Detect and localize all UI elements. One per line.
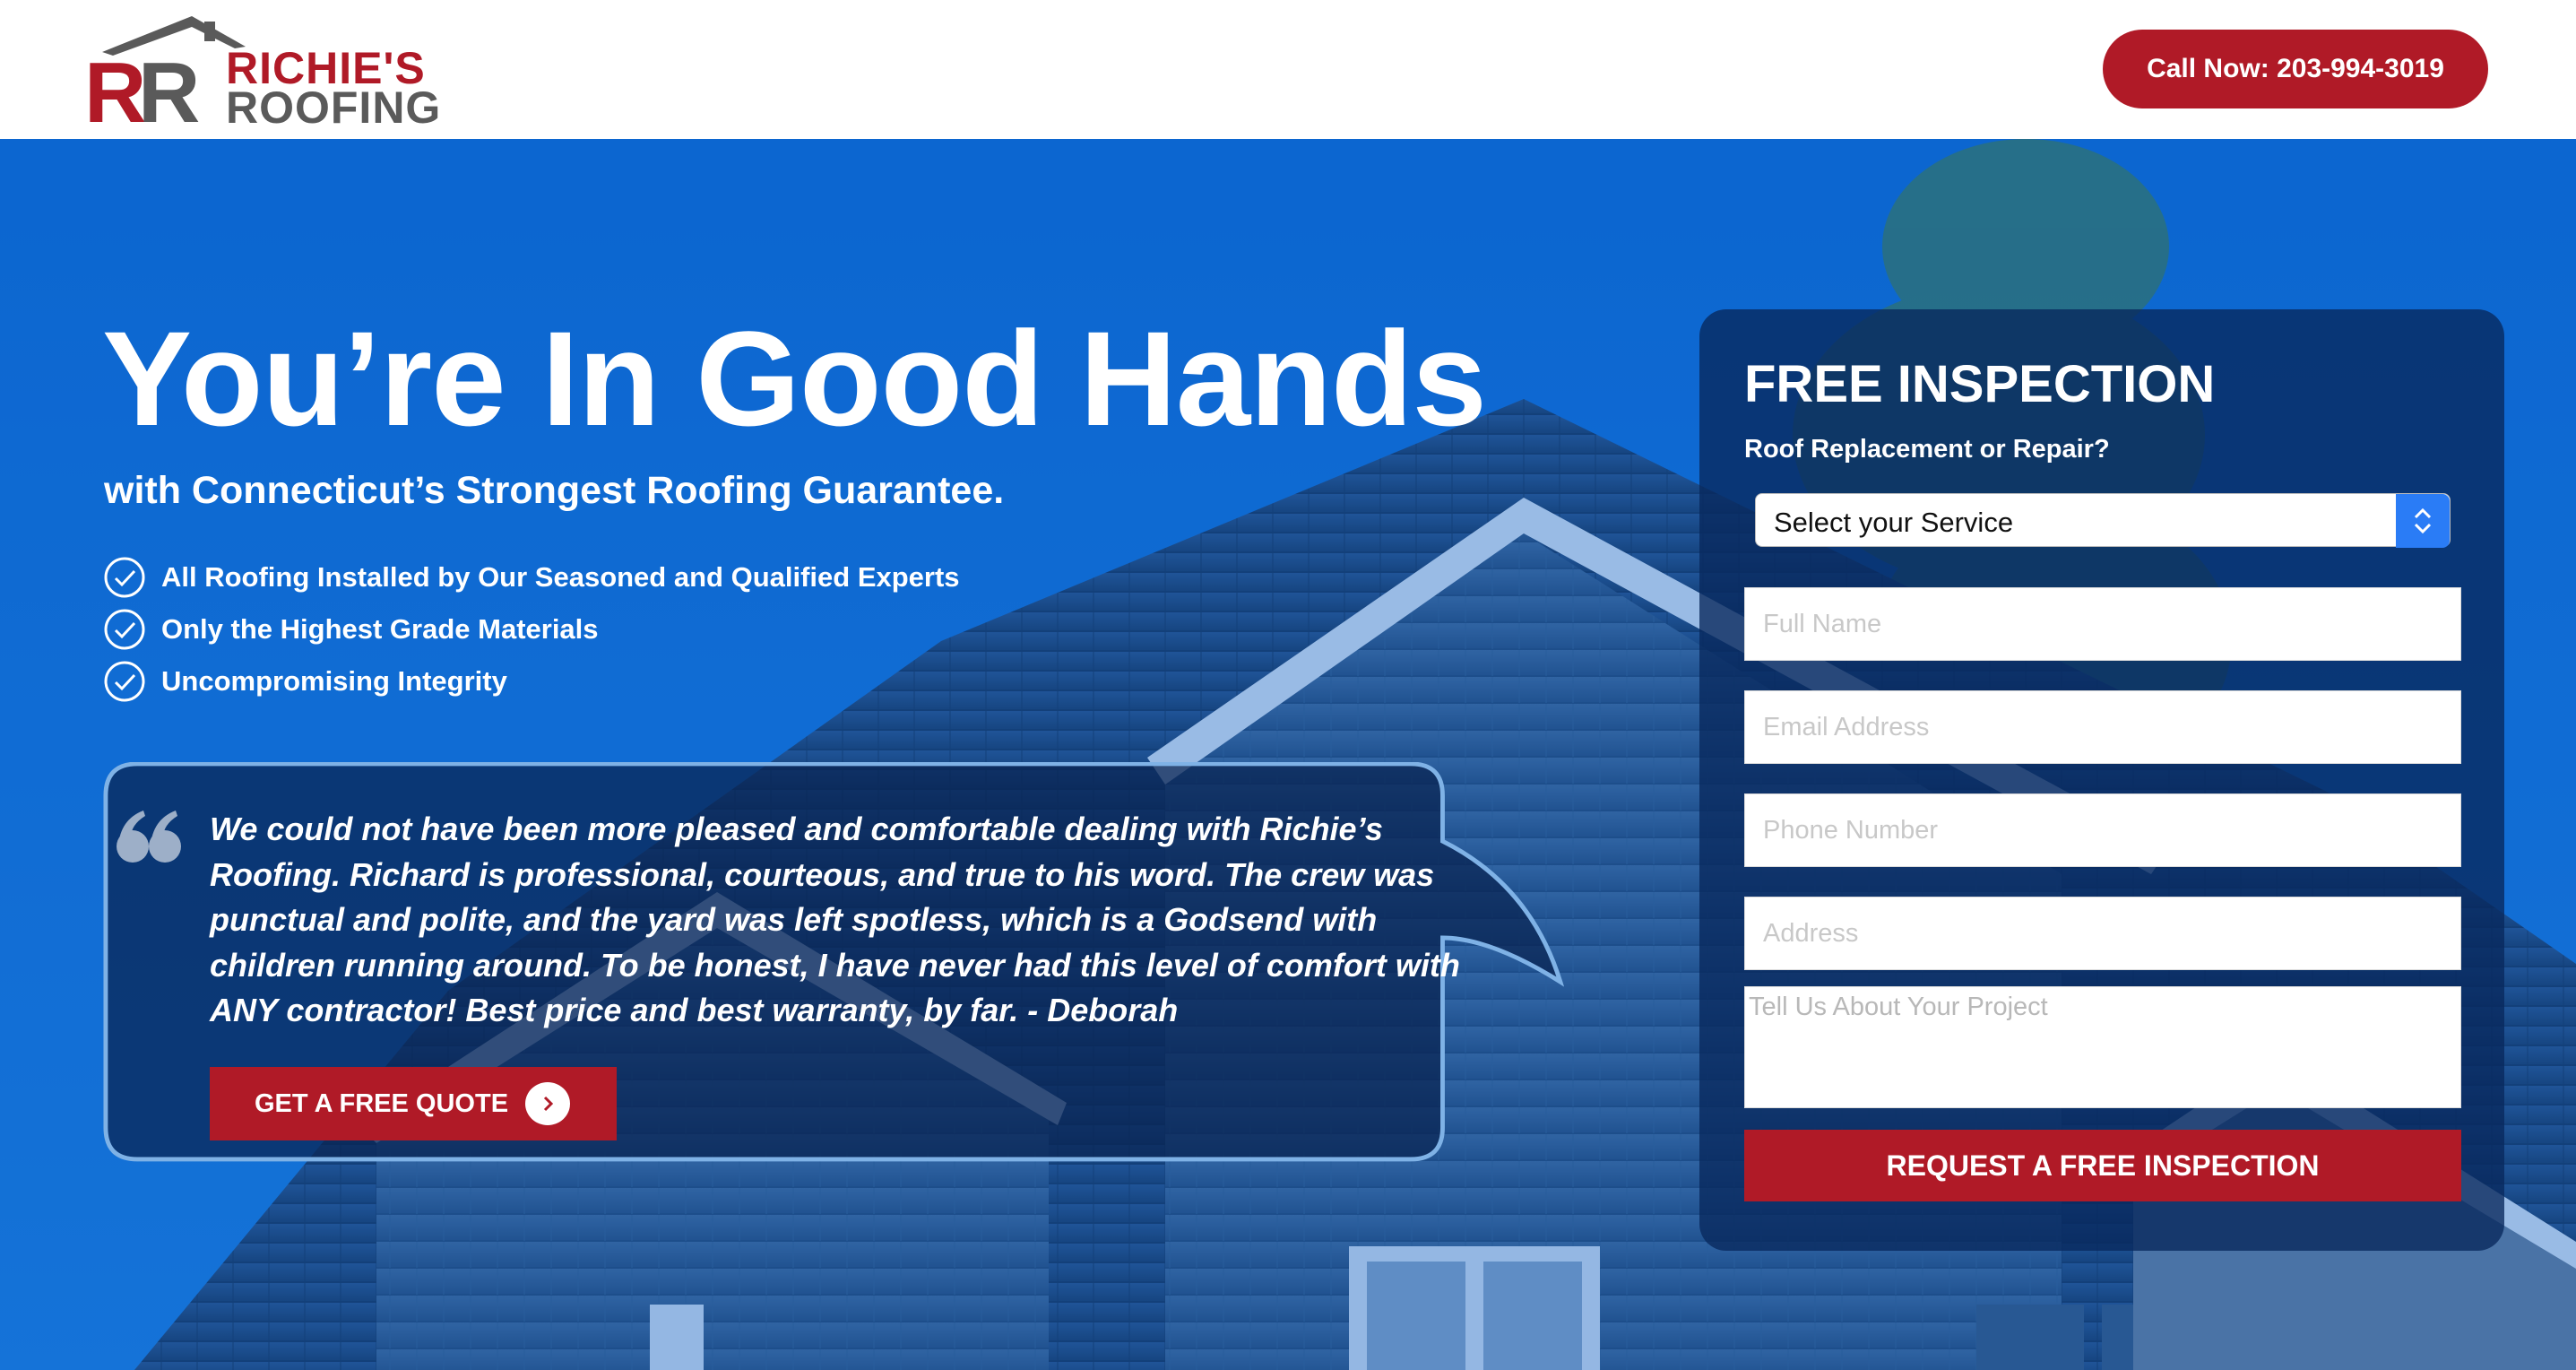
testimonial-line: children running around. To be honest, I… [210,946,1460,984]
quote-icon [117,811,181,863]
testimonial-line: ANY contractor! Best price and best warr… [210,992,1179,1028]
logo-wordmark: RICHIE'S ROOFING [226,46,442,133]
form-title: FREE INSPECTION [1744,355,2216,413]
project-details-textarea[interactable] [1744,986,2461,1108]
full-name-field[interactable] [1744,587,2461,661]
request-inspection-button[interactable]: REQUEST A FREE INSPECTION [1744,1130,2461,1201]
check-circle-icon [104,661,145,702]
feature-list: All Roofing Installed by Our Seasoned an… [104,551,960,707]
feature-label: All Roofing Installed by Our Seasoned an… [161,561,960,593]
service-select[interactable]: Select your Service [1755,493,2451,548]
arrow-circle [525,1082,570,1125]
hero-headline: You’re In Good Hands [102,303,1487,454]
free-inspection-form: FREE INSPECTION Roof Replacement or Repa… [1699,309,2504,1251]
hero-section: You’re In Good Hands with Connecticut’s … [0,139,2576,1370]
service-select-value: Select your Service [1774,507,2014,538]
site-header: R R RICHIE'S ROOFING Call Now: 203-994-3… [0,0,2576,141]
phone-field[interactable] [1744,793,2461,867]
call-now-button[interactable]: Call Now: 203-994-3019 [2103,30,2488,108]
svg-text:R: R [138,45,199,126]
feature-label: Uncompromising Integrity [161,665,507,697]
feature-item: All Roofing Installed by Our Seasoned an… [104,551,960,603]
testimonial-card: We could not have been more pleased and … [102,762,1565,1175]
get-free-quote-label: GET A FREE QUOTE [255,1088,509,1118]
service-question-label: Roof Replacement or Repair? [1744,435,2110,464]
feature-item: Only the Highest Grade Materials [104,603,960,655]
address-field[interactable] [1744,897,2461,970]
email-field[interactable] [1744,690,2461,764]
richies-roofing-logo[interactable]: R R RICHIE'S ROOFING [84,14,452,141]
logo-line-2: ROOFING [226,82,442,133]
select-arrows[interactable] [2396,494,2450,548]
hero-subheadline: with Connecticut’s Strongest Roofing Gua… [104,469,1005,512]
svg-text:R: R [84,45,145,126]
feature-label: Only the Highest Grade Materials [161,613,599,645]
feature-item: Uncompromising Integrity [104,655,960,707]
testimonial-line: We could not have been more pleased and … [210,811,1383,847]
get-free-quote-button[interactable]: GET A FREE QUOTE [210,1067,617,1140]
check-circle-icon [104,557,145,598]
testimonial-line: Roofing. Richard is professional, courte… [210,855,1435,893]
check-circle-icon [104,609,145,650]
chevron-up-down-icon [2414,507,2432,534]
testimonial-text: We could not have been more pleased and … [210,807,1491,1034]
testimonial-line: punctual and polite, and the yard was le… [210,901,1378,938]
chevron-right-icon [543,1096,554,1112]
